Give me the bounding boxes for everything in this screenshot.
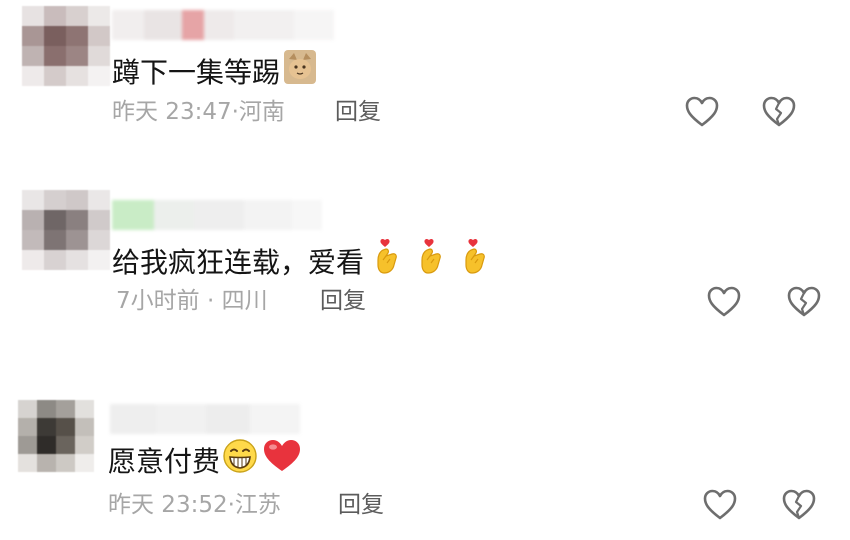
avatar[interactable] bbox=[18, 400, 94, 472]
finger-heart-icon bbox=[416, 238, 446, 287]
avatar[interactable] bbox=[22, 190, 110, 270]
cat-face-icon bbox=[284, 50, 317, 95]
comment-text: 愿意付费 bbox=[108, 444, 221, 478]
red-heart-icon bbox=[262, 438, 302, 485]
like-heart-icon[interactable] bbox=[702, 488, 738, 522]
comment-time: 昨天 23:47 bbox=[112, 99, 232, 125]
comment-location: 四川 bbox=[221, 288, 268, 314]
finger-heart-icon bbox=[460, 238, 490, 287]
comment-text-row: 给我疯狂连载，爱看 bbox=[112, 238, 490, 287]
comment-text-row: 蹲下一集等踢 bbox=[112, 50, 317, 95]
meta-separator: · bbox=[199, 288, 222, 314]
comment-meta: 昨天 23:52·江苏 bbox=[108, 488, 281, 522]
comment-location: 河南 bbox=[238, 99, 285, 125]
like-heart-icon[interactable] bbox=[684, 95, 720, 129]
comment-list: 蹲下一集等踢 昨天 23:47·河南 回复 给我疯狂连载，爱看 7小时前 · 四… bbox=[0, 0, 850, 540]
nickname-blurred[interactable] bbox=[112, 200, 322, 230]
reply-button[interactable]: 回复 bbox=[320, 284, 366, 318]
dislike-broken-heart-icon[interactable] bbox=[781, 488, 817, 522]
comment-meta: 昨天 23:47·河南 bbox=[112, 95, 285, 129]
reply-button[interactable]: 回复 bbox=[338, 488, 384, 522]
dislike-broken-heart-icon[interactable] bbox=[786, 285, 822, 319]
dislike-broken-heart-icon[interactable] bbox=[761, 95, 797, 129]
nickname-blurred[interactable] bbox=[110, 404, 300, 434]
comment-text: 蹲下一集等踢 bbox=[112, 55, 281, 89]
comment-text-row: 愿意付费 bbox=[108, 438, 302, 485]
comment-meta: 7小时前 · 四川 bbox=[116, 284, 268, 318]
comment-time: 昨天 23:52 bbox=[108, 492, 228, 518]
reply-button[interactable]: 回复 bbox=[335, 95, 381, 129]
comment-time: 7小时前 bbox=[116, 288, 200, 314]
nickname-blurred[interactable] bbox=[112, 10, 334, 40]
comment-item: 蹲下一集等踢 昨天 23:47·河南 回复 bbox=[0, 0, 850, 170]
finger-heart-icon bbox=[372, 238, 402, 287]
grinning-face-icon bbox=[222, 438, 258, 485]
like-heart-icon[interactable] bbox=[706, 285, 742, 319]
comment-text: 给我疯狂连载，爱看 bbox=[112, 245, 365, 279]
comment-item: 愿意付费 昨天 23:52·江苏 回复 bbox=[0, 390, 850, 540]
comment-item: 给我疯狂连载，爱看 7小时前 · 四川 回复 bbox=[0, 180, 850, 340]
meta-separator: · bbox=[227, 492, 235, 518]
meta-separator: · bbox=[231, 99, 239, 125]
comment-location: 江苏 bbox=[234, 492, 281, 518]
avatar[interactable] bbox=[22, 6, 110, 86]
